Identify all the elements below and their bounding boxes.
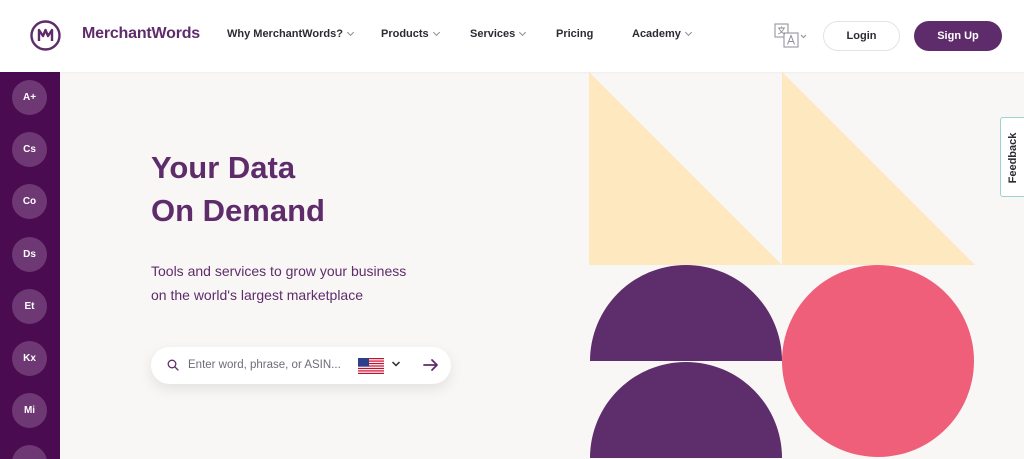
nav-why-merchantwords[interactable]: Why MerchantWords? <box>227 28 354 40</box>
hero-title-line: Your Data <box>151 150 296 185</box>
chevron-down-icon[interactable] <box>391 360 401 368</box>
language-selector[interactable] <box>774 23 808 49</box>
chevron-down-icon <box>432 28 440 37</box>
nav-label: Academy <box>632 28 681 40</box>
arrow-right-icon[interactable] <box>423 358 439 372</box>
page: MerchantWords Why MerchantWords? Product… <box>0 0 1024 459</box>
nav-pricing[interactable]: Pricing <box>556 28 593 40</box>
purple-semicircle-top <box>590 265 782 361</box>
chevron-down-icon <box>519 28 527 37</box>
nav-label: Services <box>470 28 516 40</box>
hero-illustration <box>589 72 975 458</box>
sidebar-item-co[interactable]: Co <box>12 184 47 219</box>
logo-icon[interactable] <box>30 20 61 51</box>
tools-sidebar: A+ Cs Co Ds Et Kx Mi <box>0 72 60 459</box>
hero-title-line: On Demand <box>151 193 325 228</box>
translate-icon <box>774 23 807 48</box>
sidebar-item-et[interactable]: Et <box>12 289 47 324</box>
top-navbar: MerchantWords Why MerchantWords? Product… <box>0 0 1024 72</box>
cream-triangle-right <box>782 72 975 265</box>
cream-triangle-left <box>589 72 782 265</box>
chevron-down-icon <box>346 28 354 37</box>
hero-subtitle: Tools and services to grow your business… <box>151 259 406 307</box>
feedback-label: Feedback <box>1007 132 1019 184</box>
nav-label: Why MerchantWords? <box>227 28 343 40</box>
search-input[interactable] <box>188 356 353 374</box>
purple-semicircle-bottom <box>590 362 782 458</box>
us-flag-icon[interactable] <box>358 358 384 374</box>
sidebar-item-kx[interactable]: Kx <box>12 341 47 376</box>
nav-label: Products <box>381 28 429 40</box>
chevron-down-icon <box>684 28 692 37</box>
pink-circle <box>782 265 974 457</box>
sidebar-item-mi[interactable]: Mi <box>12 393 47 428</box>
hero-title: Your Data On Demand <box>151 146 325 232</box>
feedback-tab[interactable]: Feedback <box>1000 117 1024 197</box>
login-button[interactable]: Login <box>823 21 900 51</box>
search-icon <box>167 359 179 371</box>
hero-subtitle-line: on the world's largest marketplace <box>151 287 363 303</box>
sidebar-item-partial[interactable] <box>12 445 47 459</box>
nav-products[interactable]: Products <box>381 28 440 40</box>
nav-academy[interactable]: Academy <box>632 28 692 40</box>
nav-label: Pricing <box>556 28 594 40</box>
keyword-search-bar[interactable] <box>151 347 451 384</box>
sidebar-item-a-plus[interactable]: A+ <box>12 80 47 115</box>
signup-button[interactable]: Sign Up <box>914 21 1002 51</box>
sidebar-item-cs[interactable]: Cs <box>12 132 47 167</box>
hero-subtitle-line: Tools and services to grow your business <box>151 263 407 279</box>
nav-services[interactable]: Services <box>470 28 527 40</box>
brand-name[interactable]: MerchantWords <box>82 25 200 43</box>
sidebar-item-ds[interactable]: Ds <box>12 237 47 272</box>
